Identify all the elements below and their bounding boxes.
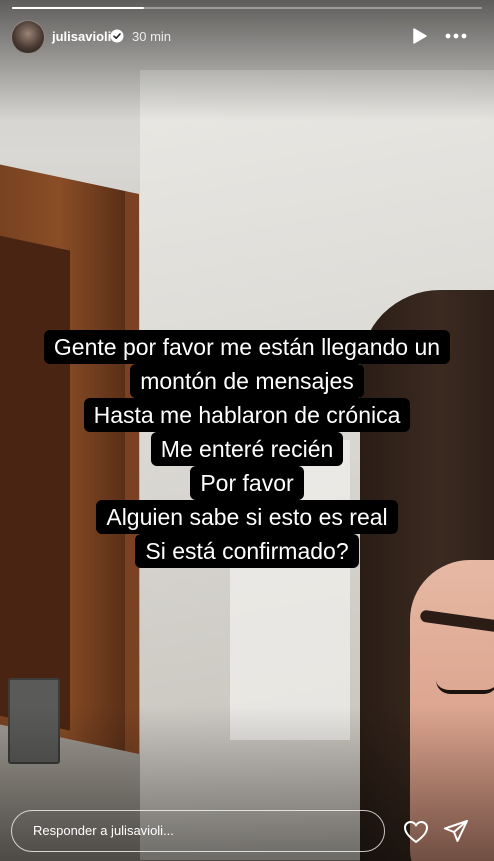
verified-badge-icon: [110, 29, 124, 43]
avatar[interactable]: [11, 20, 45, 54]
reply-placeholder: Responder a julisavioli...: [33, 823, 174, 838]
caption-line: Me enteré recién: [150, 432, 344, 466]
more-options-icon[interactable]: [444, 27, 468, 45]
caption-line: Alguien sabe si esto es real: [96, 500, 398, 534]
caption-line: montón de mensajes: [130, 364, 364, 398]
caption-line: Gente por favor me están llegando un: [43, 330, 451, 364]
send-icon[interactable]: [443, 819, 469, 845]
play-icon[interactable]: [410, 27, 428, 45]
heart-icon[interactable]: [403, 820, 429, 844]
post-time: 30 min: [132, 29, 172, 44]
story-progress-fill: [12, 7, 144, 9]
caption-line: Por favor: [190, 466, 304, 500]
reply-input[interactable]: Responder a julisavioli...: [11, 810, 385, 852]
story-viewer[interactable]: julisavioli 30 min Gente por favor me es…: [0, 0, 494, 861]
caption-line: Hasta me hablaron de crónica: [83, 398, 411, 432]
username[interactable]: julisavioli: [52, 29, 111, 44]
caption-line: Si está confirmado?: [135, 534, 359, 568]
story-progress-bar: [12, 7, 482, 9]
story-caption: Gente por favor me están llegando un mon…: [0, 330, 494, 568]
